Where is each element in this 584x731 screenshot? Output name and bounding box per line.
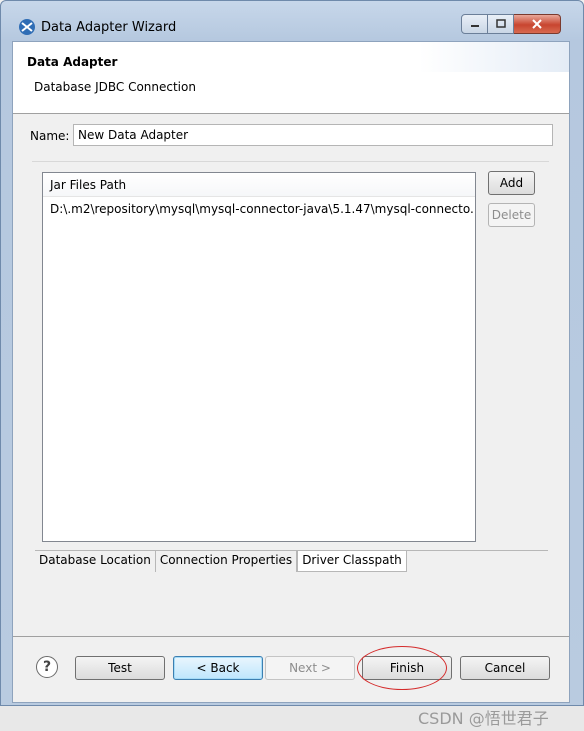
help-icon[interactable]: ? — [36, 656, 58, 678]
minimize-icon — [470, 25, 479, 27]
page-description: Database JDBC Connection — [34, 80, 196, 94]
finish-highlight-annotation — [357, 646, 447, 690]
watermark: CSDN @悟世君子 — [418, 709, 549, 728]
cancel-button[interactable]: Cancel — [460, 656, 550, 680]
driver-classpath-panel: Jar Files Path D:\.m2\repository\mysql\m… — [32, 161, 549, 551]
tab-driver-classpath[interactable]: Driver Classpath — [297, 551, 407, 572]
window-title: Data Adapter Wizard — [41, 20, 177, 35]
window-frame: Data Adapter Wizard Data Adapter Databas… — [0, 0, 584, 706]
jar-files-table[interactable]: Jar Files Path D:\.m2\repository\mysql\m… — [42, 172, 476, 542]
footer-separator — [13, 636, 569, 637]
table-row[interactable]: D:\.m2\repository\mysql\mysql-connector-… — [43, 197, 475, 219]
minimize-button[interactable] — [461, 14, 488, 34]
title-bar[interactable]: Data Adapter Wizard — [1, 1, 583, 41]
next-button[interactable]: Next > — [265, 656, 355, 680]
name-input[interactable] — [73, 124, 553, 146]
maximize-icon — [495, 19, 506, 28]
page-title: Data Adapter — [27, 55, 118, 69]
dialog-client-area: Data Adapter Database JDBC Connection Na… — [12, 41, 570, 703]
delete-button[interactable]: Delete — [488, 203, 535, 227]
close-icon — [532, 19, 542, 29]
back-button[interactable]: < Back — [173, 656, 263, 680]
test-button[interactable]: Test — [75, 656, 165, 680]
close-button[interactable] — [514, 14, 561, 34]
name-label: Name: — [30, 129, 70, 143]
maximize-button[interactable] — [488, 14, 514, 34]
window-controls — [461, 14, 561, 34]
tab-bar: Database Location Connection Properties … — [35, 550, 548, 572]
table-header-jar-files-path[interactable]: Jar Files Path — [43, 173, 475, 197]
tab-database-location[interactable]: Database Location — [35, 551, 156, 572]
tab-connection-properties[interactable]: Connection Properties — [155, 551, 298, 572]
eclipse-icon — [19, 19, 35, 35]
add-button[interactable]: Add — [488, 171, 535, 195]
wizard-header: Data Adapter Database JDBC Connection — [13, 42, 569, 114]
header-decoration — [419, 42, 569, 72]
